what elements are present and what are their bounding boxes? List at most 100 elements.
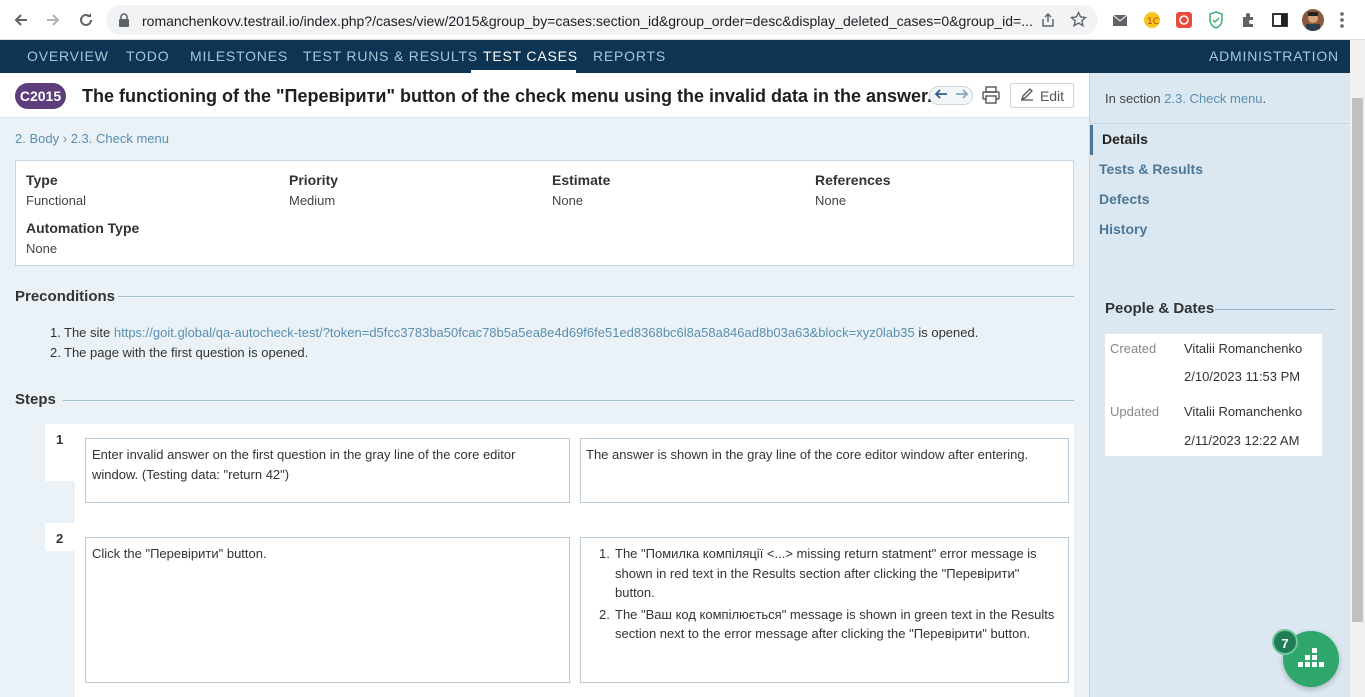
pencil-icon [1020,87,1034,104]
preconditions-heading: Preconditions [15,288,116,305]
created-at: 2/10/2023 11:53 PM [1184,369,1301,384]
updated-at: 2/11/2023 12:22 AM [1184,433,1300,448]
in-section-suffix: . [1262,91,1267,106]
in-section-link[interactable]: 2.3. Check menu [1164,91,1262,106]
case-header: C2015 The functioning of the "Перевірити… [0,73,1089,118]
currency-extension-icon[interactable]: 1C [1143,11,1161,29]
case-prev-next[interactable] [929,86,973,105]
sidebar-tab-tests-results[interactable]: Tests & Results [1099,161,1203,177]
field-label: Estimate [552,172,611,188]
sidebar: In section 2.3. Check menu. Details Test… [1089,73,1351,697]
nav-todo[interactable]: TODO [126,40,169,73]
field-label: Automation Type [26,220,140,236]
step-number: 2 [56,531,64,546]
url-text: romanchenkovv.testrail.io/index.php?/cas… [142,13,1032,29]
scrollbar-thumb[interactable] [1352,98,1363,622]
puzzle-extensions-icon[interactable] [1239,11,1257,29]
field-type: Type Functional [26,172,86,208]
svg-text:1C: 1C [1147,17,1159,27]
back-icon[interactable] [9,8,33,32]
edit-label: Edit [1039,87,1065,104]
divider [1090,123,1351,124]
address-bar[interactable]: romanchenkovv.testrail.io/index.php?/cas… [106,5,1098,35]
sidebar-tab-defects[interactable]: Defects [1099,191,1150,207]
profile-avatar[interactable] [1302,9,1324,31]
nav-test-cases[interactable]: TEST CASES [483,40,578,73]
field-value: None [815,193,847,208]
sidepanel-icon[interactable] [1271,11,1289,29]
divider [118,296,1074,297]
case-fields: Type Functional Priority Medium Estimate… [15,160,1074,266]
sidebar-active-indicator [1090,125,1093,155]
field-value: Medium [289,193,336,208]
people-dates-heading: People & Dates [1105,300,1215,317]
reload-icon[interactable] [74,8,98,32]
created-by: Vitalii Romanchenko [1184,341,1303,356]
created-label: Created [1110,341,1157,356]
bookmark-star-icon[interactable] [1069,10,1088,31]
case-id-badge: C2015 [15,83,66,109]
list-item: 1. The "Помилка компіляції <...> missing … [587,544,1062,603]
breadcrumb: 2. Body › 2.3. Check menu [15,131,169,146]
nav-overview[interactable]: OVERVIEW [27,40,109,73]
list-number: 1. [599,546,610,561]
divider [63,400,1074,401]
chat-notification-badge: 7 [1272,629,1298,655]
sidebar-tab-history[interactable]: History [1099,221,1147,237]
list-item: 2. The "Ваш код компілюється" message is … [587,605,1062,644]
mail-extension-icon[interactable] [1111,11,1129,29]
in-section: In section 2.3. Check menu. [1105,91,1266,106]
nav-reports[interactable]: REPORTS [593,40,666,73]
field-references: References None [815,172,891,208]
step-action: Enter invalid answer on the first questi… [85,438,570,503]
step-action: Click the "Перевірити" button. [85,537,570,683]
step-expected: The answer is shown in the gray line of … [580,438,1069,503]
list-number: 1. [50,325,61,340]
nav-milestones[interactable]: MILESTONES [190,40,288,73]
preconditions-list: 1. The site https://goit.global/qa-autoc… [50,323,978,363]
arrow-right-icon[interactable] [955,88,969,103]
page-scrollbar[interactable] [1350,40,1365,697]
lock-icon [118,13,130,30]
sidebar-tab-details[interactable]: Details [1102,131,1148,147]
edit-button[interactable]: Edit [1010,83,1074,108]
updated-by: Vitalii Romanchenko [1184,404,1303,419]
field-automation-type: Automation Type None [26,220,139,256]
list-item: 2. The page with the first question is o… [50,343,978,363]
list-number: 2. [50,345,61,360]
main-content: C2015 The functioning of the "Перевірити… [0,73,1089,697]
browser-toolbar: romanchenkovv.testrail.io/index.php?/cas… [0,0,1365,40]
precondition-text: The page with the first question is open… [64,345,309,360]
field-value: Functional [26,193,86,208]
steps-heading: Steps [15,391,56,408]
precondition-text: is opened. [914,325,979,340]
field-priority: Priority Medium [289,172,338,208]
people-dates-panel: Created Vitalii Romanchenko 2/10/2023 11… [1105,334,1322,456]
arrow-left-icon[interactable] [934,88,948,103]
shield-extension-icon[interactable] [1207,11,1225,29]
list-number: 2. [599,606,610,622]
step-gap [45,481,75,523]
field-label: References [815,172,891,188]
step-expected: 1. The "Помилка компіляції <...> missing … [580,537,1069,683]
step-number: 1 [56,432,64,447]
step-gap [45,551,75,697]
breadcrumb-check-menu[interactable]: 2.3. Check menu [71,131,169,146]
main-navigation: OVERVIEW TODO MILESTONES TEST RUNS & RES… [0,40,1350,73]
expected-text: The "Помилка компіляції <...> missing re… [615,546,1037,600]
field-value: None [26,241,58,256]
share-icon[interactable] [1040,12,1056,31]
nav-test-runs[interactable]: TEST RUNS & RESULTS [303,40,478,73]
record-extension-icon[interactable] [1175,11,1193,29]
print-icon[interactable] [982,86,1000,104]
nav-administration[interactable]: ADMINISTRATION [1209,40,1339,73]
page-title: The functioning of the "Перевірити" butt… [82,86,933,106]
more-menu-icon[interactable] [1333,11,1351,29]
forward-icon[interactable] [41,8,65,32]
breadcrumb-body[interactable]: 2. Body [15,131,59,146]
expected-list: 1. The "Помилка компіляції <...> missing … [587,544,1062,644]
in-section-prefix: In section [1105,91,1165,106]
precondition-link[interactable]: https://goit.global/qa-autocheck-test/?t… [114,325,915,340]
field-estimate: Estimate None [552,172,610,208]
field-value: None [552,193,584,208]
